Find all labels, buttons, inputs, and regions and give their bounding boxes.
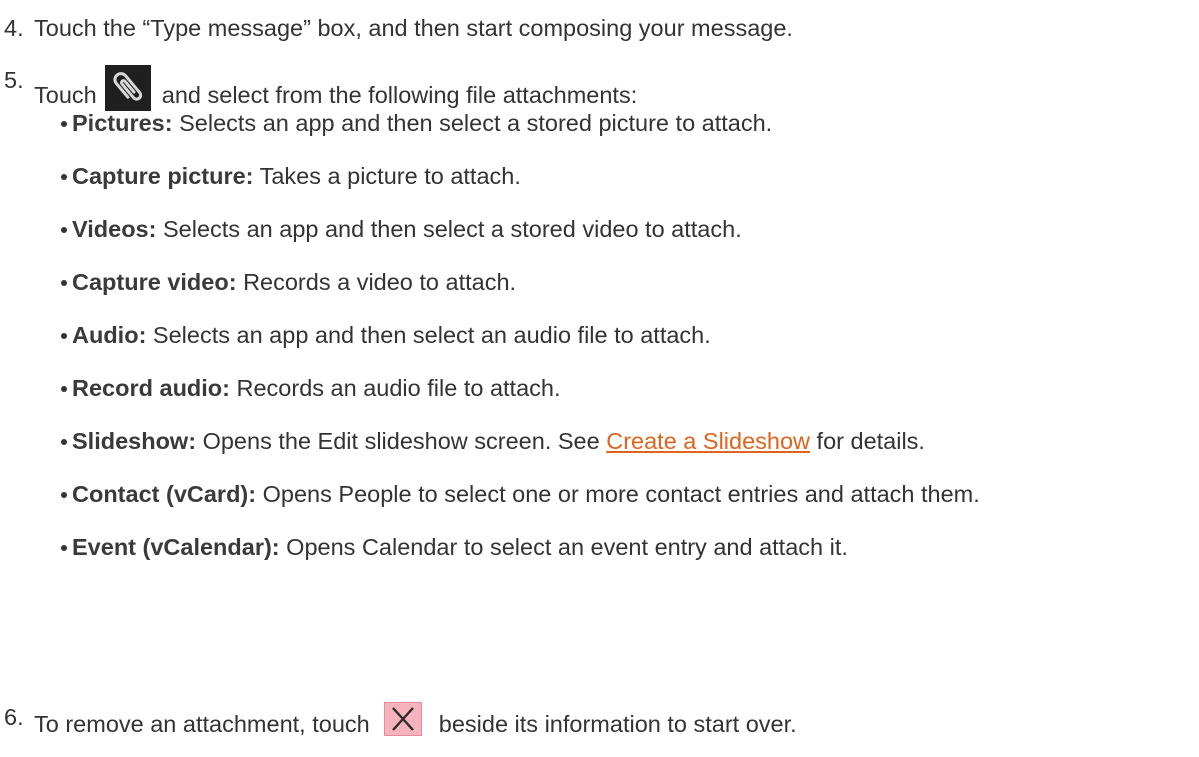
step-prefix: Touch <box>34 82 97 108</box>
item-term: Pictures: <box>72 110 173 136</box>
step-number: 5. <box>4 67 24 93</box>
list-item: Videos: Selects an app and then select a… <box>61 214 742 244</box>
item-desc-after: for details. <box>816 428 925 454</box>
item-term: Slideshow: <box>72 428 197 454</box>
item-term: Capture video: <box>72 269 237 295</box>
item-term: Capture picture: <box>72 163 254 189</box>
item-desc: Opens the Edit slideshow screen. See <box>202 428 600 454</box>
step-text: To remove an attachment, touch beside it… <box>34 702 797 739</box>
bullet-icon <box>61 174 67 180</box>
list-item: Audio: Selects an app and then select an… <box>61 320 711 350</box>
item-desc: Records an audio file to attach. <box>236 375 561 401</box>
item-desc: Records a video to attach. <box>243 269 517 295</box>
list-item: Event (vCalendar): Opens Calendar to sel… <box>61 532 848 562</box>
bullet-icon <box>61 280 67 286</box>
item-term: Audio: <box>72 322 147 348</box>
item-term: Videos: <box>72 216 157 242</box>
create-slideshow-link[interactable]: Create a Slideshow <box>606 428 810 454</box>
remove-x-icon <box>384 702 423 736</box>
item-term: Record audio: <box>72 375 230 401</box>
item-desc: Opens Calendar to select an event entry … <box>286 534 848 560</box>
item-term: Event (vCalendar): <box>72 534 280 560</box>
bullet-icon <box>61 333 67 339</box>
list-item: Capture video: Records a video to attach… <box>61 267 517 297</box>
item-desc: Selects an app and then select a stored … <box>162 216 742 242</box>
step-text: Touch and select from the following file… <box>34 65 637 111</box>
bullet-icon <box>61 439 67 445</box>
item-desc: Selects an app and then select an audio … <box>152 322 711 348</box>
list-item: Capture picture: Takes a picture to atta… <box>61 161 521 191</box>
bullet-icon <box>61 121 67 127</box>
list-item: Contact (vCard): Opens People to select … <box>61 479 980 509</box>
paperclip-icon <box>105 65 152 111</box>
list-item: Record audio: Records an audio file to a… <box>61 373 561 403</box>
bullet-icon <box>61 227 67 233</box>
list-item: Pictures: Selects an app and then select… <box>61 108 773 138</box>
item-desc: Selects an app and then select a stored … <box>179 110 773 136</box>
step-number: 4. <box>4 15 24 41</box>
step-text: Touch the “Type message” box, and then s… <box>34 15 793 41</box>
item-term: Contact (vCard): <box>72 481 257 507</box>
bullet-icon <box>61 492 67 498</box>
step-suffix: beside its information to start over. <box>438 711 797 737</box>
bullet-icon <box>61 545 67 551</box>
item-desc: Takes a picture to attach. <box>259 163 521 189</box>
list-item: Slideshow: Opens the Edit slideshow scre… <box>61 426 925 456</box>
step-number: 6. <box>4 704 24 730</box>
step-suffix: and select from the following file attac… <box>161 82 638 108</box>
item-desc: Opens People to select one or more conta… <box>262 481 980 507</box>
step-prefix: To remove an attachment, touch <box>34 711 370 737</box>
bullet-icon <box>61 386 67 392</box>
